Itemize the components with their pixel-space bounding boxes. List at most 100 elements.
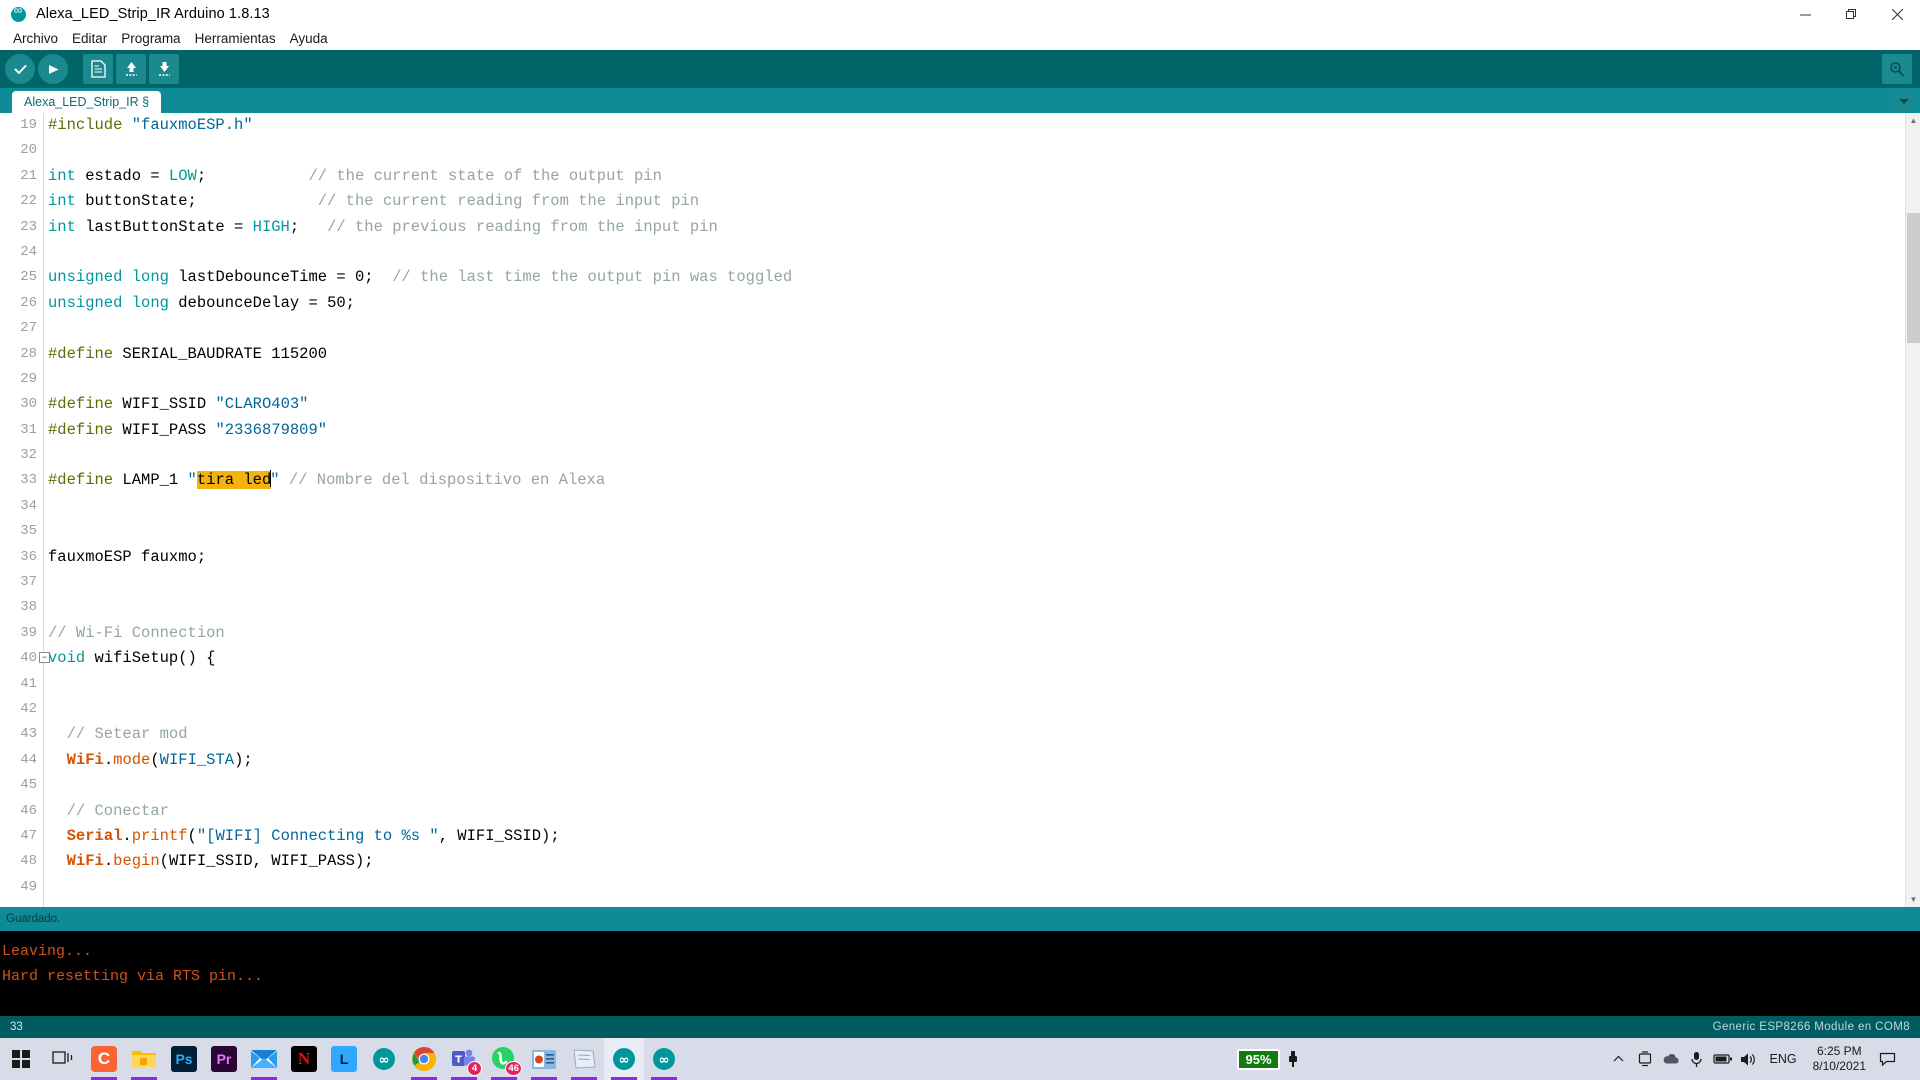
clock-time: 6:25 PM <box>1816 1044 1862 1058</box>
line-number: 46 <box>20 802 37 819</box>
code-line[interactable] <box>48 595 1920 620</box>
svg-text:∞: ∞ <box>379 1053 390 1068</box>
code-token: . <box>103 750 114 769</box>
battery-percent-badge[interactable]: 95% <box>1237 1048 1280 1070</box>
line-number: 25 <box>20 269 37 286</box>
code-token: (WIFI_SSID, WIFI_PASS); <box>159 852 374 871</box>
code-line[interactable]: unsigned long debounceDelay = 50; <box>48 291 1920 316</box>
menu-programa[interactable]: Programa <box>114 29 187 49</box>
menu-ayuda[interactable]: Ayuda <box>283 29 335 49</box>
code-line[interactable] <box>48 316 1920 341</box>
serial-monitor-icon[interactable] <box>1882 54 1912 84</box>
battery-icon[interactable] <box>1710 1038 1736 1080</box>
taskbar-item-file-explorer[interactable] <box>124 1038 164 1080</box>
taskbar-item-notepad[interactable] <box>564 1038 604 1080</box>
taskbar-item-photoshop[interactable]: Ps <box>164 1038 204 1080</box>
menu-archivo[interactable]: Archivo <box>6 29 65 49</box>
microphone-icon[interactable] <box>1684 1038 1710 1080</box>
line-number: 45 <box>20 777 37 794</box>
code-line[interactable]: int estado = LOW; // the current state o… <box>48 164 1920 189</box>
save-sketch-icon[interactable] <box>149 54 179 84</box>
tab-alexa-led-strip-ir[interactable]: Alexa_LED_Strip_IR § <box>12 91 162 113</box>
scroll-up-icon[interactable]: ▲ <box>1906 113 1920 128</box>
code-line[interactable]: #define WIFI_SSID "CLARO403" <box>48 392 1920 417</box>
code-token: WiFi <box>66 852 104 871</box>
code-line[interactable]: #include "fauxmoESP.h" <box>48 113 1920 138</box>
code-line[interactable]: // Wi-Fi Connection <box>48 621 1920 646</box>
menu-herramientas[interactable]: Herramientas <box>188 29 283 49</box>
restore-icon[interactable] <box>1828 0 1874 28</box>
verify-icon[interactable] <box>5 54 35 84</box>
code-token: Serial <box>66 826 123 845</box>
code-line[interactable]: WiFi.mode(WIFI_STA); <box>48 748 1920 773</box>
code-line[interactable]: #define WIFI_PASS "2336879809" <box>48 418 1920 443</box>
code-line[interactable] <box>48 773 1920 798</box>
close-icon[interactable] <box>1874 0 1920 28</box>
upload-icon[interactable] <box>38 54 68 84</box>
task-view-icon[interactable] <box>42 1038 84 1080</box>
show-hidden-icons-icon[interactable] <box>1606 1038 1632 1080</box>
taskbar-item-lightroom[interactable]: L <box>324 1038 364 1080</box>
code-line[interactable]: // Setear mod <box>48 722 1920 747</box>
action-center-icon[interactable] <box>1874 1038 1900 1080</box>
code-token: wifiSetup() { <box>85 649 216 668</box>
taskbar-item-arduino-ide-window-1[interactable]: ∞ <box>604 1038 644 1080</box>
taskbar-item-mail[interactable] <box>244 1038 284 1080</box>
taskbar-item-camtasia[interactable]: C <box>84 1038 124 1080</box>
code-line[interactable] <box>48 672 1920 697</box>
code-line[interactable] <box>48 240 1920 265</box>
taskbar-item-arduino-ide[interactable]: ∞ <box>364 1038 404 1080</box>
code-editor[interactable]: 19 20 21 22 23 24 25 26 27 28 29 30 31 32 33 34 35 36 37 38… <box>0 113 1920 907</box>
code-line[interactable]: fauxmoESP fauxmo; <box>48 545 1920 570</box>
code-line[interactable] <box>48 570 1920 595</box>
taskbar-item-netflix[interactable]: N <box>284 1038 324 1080</box>
taskbar-item-microsoft-teams[interactable]: T4 <box>444 1038 484 1080</box>
code-line[interactable] <box>48 697 1920 722</box>
code-token: lastButtonState = <box>75 217 253 236</box>
code-line[interactable]: #define LAMP_1 "tira led" // Nombre del … <box>48 468 1920 493</box>
code-token: , WIFI_SSID); <box>438 826 560 845</box>
taskbar-item-arduino-ide-window-2[interactable]: ∞ <box>644 1038 684 1080</box>
taskbar-item-powerpoint-doc[interactable] <box>524 1038 564 1080</box>
code-line[interactable]: void wifiSetup() { <box>48 646 1920 671</box>
screen-cast-icon[interactable] <box>1632 1038 1658 1080</box>
editor-vertical-scrollbar[interactable]: ▲ ▼ <box>1905 113 1920 907</box>
code-line[interactable] <box>48 519 1920 544</box>
minimize-icon[interactable] <box>1782 0 1828 28</box>
taskbar-item-whatsapp[interactable]: 46 <box>484 1038 524 1080</box>
code-token: . <box>122 826 132 845</box>
code-line[interactable]: unsigned long lastDebounceTime = 0; // t… <box>48 265 1920 290</box>
code-line[interactable]: // Conectar <box>48 799 1920 824</box>
code-line[interactable] <box>48 875 1920 900</box>
volume-icon[interactable] <box>1736 1038 1762 1080</box>
menu-editar[interactable]: Editar <box>65 29 114 49</box>
code-line[interactable]: #define SERIAL_BAUDRATE 115200 <box>48 342 1920 367</box>
code-line[interactable] <box>48 138 1920 163</box>
code-token: LOW <box>168 166 197 185</box>
taskbar-item-google-chrome[interactable] <box>404 1038 444 1080</box>
language-indicator[interactable]: ENG <box>1762 1052 1805 1066</box>
console-output[interactable]: Leaving... Hard resetting via RTS pin... <box>0 931 1920 1016</box>
code-line[interactable]: int lastButtonState = HIGH; // the previ… <box>48 215 1920 240</box>
show-desktop-button[interactable] <box>1900 1038 1916 1080</box>
onedrive-icon[interactable] <box>1658 1038 1684 1080</box>
taskbar-item-premiere-pro[interactable]: Pr <box>204 1038 244 1080</box>
new-sketch-icon[interactable] <box>83 54 113 84</box>
tab-menu-icon[interactable] <box>1894 92 1914 110</box>
scroll-down-icon[interactable]: ▼ <box>1906 892 1920 907</box>
code-line[interactable] <box>48 443 1920 468</box>
code-line[interactable]: WiFi.begin(WIFI_SSID, WIFI_PASS); <box>48 849 1920 874</box>
code-token: SERIAL_BAUDRATE 115200 <box>113 344 328 363</box>
code-line[interactable]: int buttonState; // the current reading … <box>48 189 1920 214</box>
code-line[interactable] <box>48 367 1920 392</box>
code-line[interactable] <box>48 494 1920 519</box>
scrollbar-thumb[interactable] <box>1907 213 1920 343</box>
code-line[interactable]: Serial.printf("[WIFI] Connecting to %s "… <box>48 824 1920 849</box>
clock[interactable]: 6:25 PM 8/10/2021 <box>1805 1044 1874 1074</box>
windows-start-icon[interactable] <box>0 1038 42 1080</box>
open-sketch-icon[interactable] <box>116 54 146 84</box>
code-area[interactable]: #include "fauxmoESP.h" int estado = LOW;… <box>44 113 1920 907</box>
